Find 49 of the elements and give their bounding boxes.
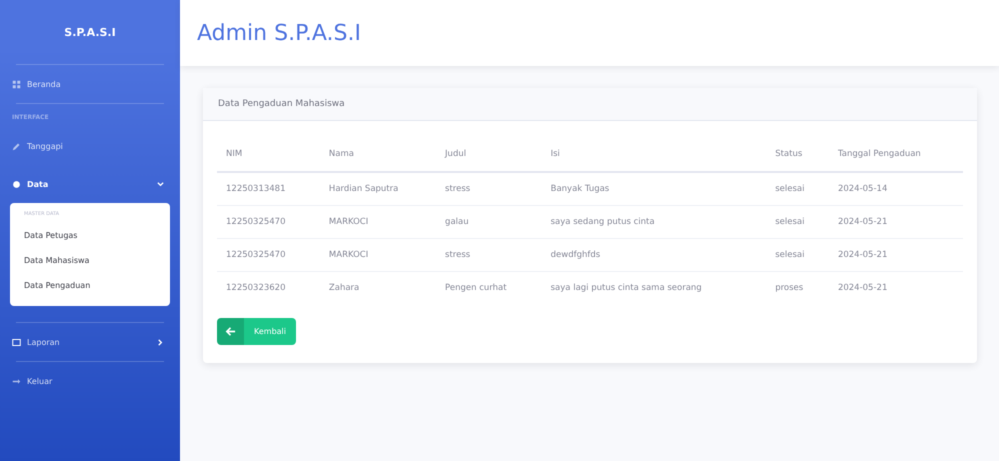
column-header: Tanggal Pengaduan <box>828 135 963 172</box>
table-cell: 2024-05-14 <box>828 172 963 206</box>
table-cell: MARKOCI <box>320 238 436 272</box>
arrow-left-icon <box>225 326 236 337</box>
sidebar-item[interactable]: Laporan <box>10 323 170 361</box>
table-cell: 2024-05-21 <box>828 206 963 238</box>
table-cell: dewdfghfds <box>542 238 766 272</box>
table-icon <box>12 338 21 346</box>
table-cell: 12250325470 <box>217 238 320 272</box>
chevron-down-icon <box>157 180 164 188</box>
sidebar-item[interactable]: Beranda <box>10 65 170 103</box>
table-cell: selesai <box>766 238 829 272</box>
table-cell: 12250313481 <box>217 172 320 206</box>
submenu-item[interactable]: Data Mahasiswa <box>10 248 170 273</box>
column-header: NIM <box>217 135 320 172</box>
table-cell: stress <box>436 172 542 206</box>
sidebar-item[interactable]: Data <box>10 165 170 203</box>
column-header: Status <box>766 135 829 172</box>
table-cell: saya lagi putus cinta sama seorang <box>542 272 766 304</box>
submenu-item[interactable]: Data Petugas <box>10 223 170 248</box>
table-cell: saya sedang putus cinta <box>542 206 766 238</box>
circle-icon <box>12 180 21 188</box>
grid-icon <box>12 80 21 88</box>
table-cell: Banyak Tugas <box>542 172 766 206</box>
sidebar-item[interactable]: Tanggapi <box>10 127 170 165</box>
table-cell: selesai <box>766 206 829 238</box>
table-cell: 2024-05-21 <box>828 238 963 272</box>
page-title: Admin S.P.A.S.I <box>197 20 362 46</box>
arrow-right-icon <box>12 376 21 386</box>
table-cell: galau <box>436 206 542 238</box>
sidebar-item[interactable]: Keluar <box>10 362 170 400</box>
table-cell: MARKOCI <box>320 206 436 238</box>
pencil-icon <box>12 142 21 150</box>
column-header: Judul <box>436 135 542 172</box>
table-cell: Pengen curhat <box>436 272 542 304</box>
brand-title[interactable]: S.P.A.S.I <box>10 0 170 64</box>
table-cell: 2024-05-21 <box>828 272 963 304</box>
table-cell: 12250323620 <box>217 272 320 304</box>
table-cell: 12250325470 <box>217 206 320 238</box>
table-cell: Hardian Saputra <box>320 172 436 206</box>
card-title: Data Pengaduan Mahasiswa <box>218 99 345 109</box>
table-cell: Zahara <box>320 272 436 304</box>
submenu-item[interactable]: Data Pengaduan <box>10 273 170 298</box>
chevron-right-icon <box>157 338 164 346</box>
table-cell: selesai <box>766 172 829 206</box>
column-header: Nama <box>320 135 436 172</box>
column-header: Isi <box>542 135 766 172</box>
table-cell: stress <box>436 238 542 272</box>
table-cell: proses <box>766 272 829 304</box>
